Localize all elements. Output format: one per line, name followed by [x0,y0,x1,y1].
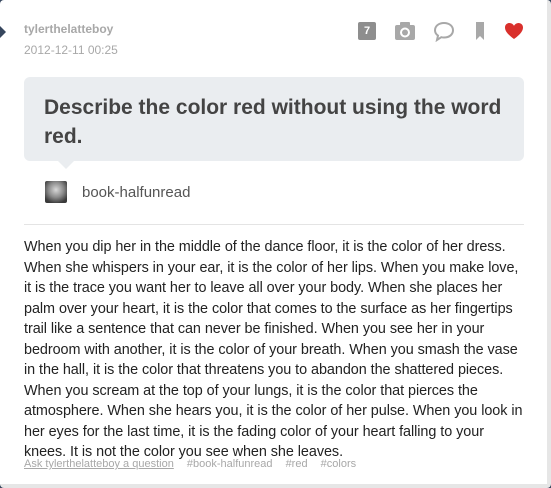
asker-avatar[interactable] [45,181,67,203]
question-bubble: Describe the color red without using the… [24,77,524,169]
divider [24,224,524,225]
post-footer: Ask tylerthelatteboy a question #book-ha… [24,458,366,470]
notes-count-badge[interactable]: 7 [358,22,376,40]
comment-icon[interactable] [433,20,455,42]
post-card: tylerthelatteboy 2012-12-11 00:25 7 Desc… [0,0,551,488]
answer-text: When you dip her in the middle of the da… [24,239,523,460]
ask-question-link[interactable]: Ask tylerthelatteboy a question [24,458,174,470]
tag-link[interactable]: #book-halfunread [187,458,273,470]
heart-icon[interactable] [503,20,525,42]
tag-link[interactable]: #colors [321,458,356,470]
bookmark-icon[interactable] [469,20,491,42]
photo-icon[interactable] [394,20,416,42]
question-text: Describe the color red without using the… [44,96,502,148]
card-notch [0,25,6,39]
tag-link[interactable]: #red [286,458,308,470]
post-username[interactable]: tylerthelatteboy [24,22,113,36]
post-timestamp[interactable]: 2012-12-11 00:25 [24,43,118,57]
bubble-tail [58,161,74,169]
asker-name[interactable]: book-halfunread [82,184,190,201]
